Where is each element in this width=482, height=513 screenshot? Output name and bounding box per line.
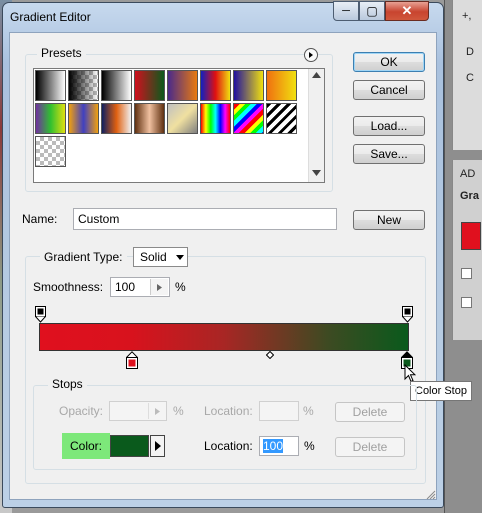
preset-swatch[interactable] xyxy=(200,103,231,134)
stops-legend: Stops xyxy=(48,377,87,391)
smoothness-label: Smoothness: xyxy=(33,280,104,294)
window-title: Gradient Editor xyxy=(10,10,91,24)
presets-scrollbar[interactable] xyxy=(308,69,324,182)
load-button[interactable]: Load... xyxy=(353,116,425,136)
resize-grip-icon[interactable] xyxy=(426,490,436,500)
color-label: Color: xyxy=(69,439,102,453)
smoothness-unit: % xyxy=(175,280,186,294)
close-button[interactable]: ✕ xyxy=(385,1,429,21)
color-location-value: 100 xyxy=(263,439,284,453)
preset-swatch[interactable] xyxy=(233,70,264,101)
color-delete-button[interactable]: Delete xyxy=(335,437,405,457)
background-text: C xyxy=(466,72,474,84)
midpoint-diamond-icon[interactable] xyxy=(266,351,274,359)
gradient-type-label: Gradient Type: xyxy=(40,250,127,264)
color-location-input[interactable]: 100 xyxy=(259,436,299,456)
opacity-location-unit: % xyxy=(303,404,314,418)
opacity-unit: % xyxy=(173,404,184,418)
smoothness-slider-button[interactable] xyxy=(150,279,168,295)
color-location-label: Location: xyxy=(204,439,253,453)
minimize-icon: ─ xyxy=(342,5,350,17)
preset-swatch[interactable] xyxy=(35,103,66,134)
color-location-unit: % xyxy=(304,439,315,453)
preset-swatch[interactable] xyxy=(134,103,165,134)
preset-swatch[interactable] xyxy=(200,70,231,101)
preset-swatch[interactable] xyxy=(35,70,66,101)
preset-swatch[interactable] xyxy=(68,103,99,134)
preset-swatch[interactable] xyxy=(101,103,132,134)
preset-swatch[interactable] xyxy=(167,103,198,134)
preset-swatch[interactable] xyxy=(266,103,297,134)
opacity-slider-button[interactable] xyxy=(148,403,165,419)
color-label-highlight: Color: xyxy=(62,433,110,459)
gradient-type-value: Solid xyxy=(140,250,167,264)
background-checkbox xyxy=(461,268,472,279)
presets-menu-button[interactable] xyxy=(304,48,318,62)
background-text: D xyxy=(466,46,474,58)
background-checkbox xyxy=(461,297,472,308)
cancel-button[interactable]: Cancel xyxy=(353,80,425,100)
opacity-location-label: Location: xyxy=(204,404,253,418)
preset-swatch[interactable] xyxy=(167,70,198,101)
opacity-stop-right[interactable] xyxy=(402,306,413,323)
ok-button[interactable]: OK xyxy=(353,52,425,72)
preset-swatch[interactable] xyxy=(35,136,66,167)
color-menu-button[interactable] xyxy=(150,435,165,457)
chevron-right-icon xyxy=(157,283,162,291)
color-stop-tooltip: Color Stop xyxy=(410,381,472,401)
play-arrow-icon xyxy=(154,441,161,451)
chevron-right-icon xyxy=(154,407,160,415)
chevron-down-icon xyxy=(176,255,184,260)
background-color-swatch xyxy=(461,222,481,250)
preset-swatch[interactable] xyxy=(68,70,99,101)
background-text: AD xyxy=(460,168,476,180)
opacity-label: Opacity: xyxy=(59,404,104,418)
minimize-button[interactable]: ─ xyxy=(333,1,359,21)
scroll-up-icon xyxy=(312,72,321,78)
name-label: Name: xyxy=(22,212,58,226)
maximize-button[interactable]: ▢ xyxy=(359,1,385,21)
gradient-preview-bar[interactable] xyxy=(39,323,409,351)
opacity-delete-button[interactable]: Delete xyxy=(335,402,405,422)
presets-legend: Presets xyxy=(37,46,86,60)
background-text: Gra xyxy=(460,190,479,202)
opacity-stop-left[interactable] xyxy=(35,306,46,323)
background-panel-middle xyxy=(452,160,482,340)
preset-swatch[interactable] xyxy=(101,70,132,101)
circle-arrow-icon xyxy=(309,52,313,58)
opacity-location-input[interactable] xyxy=(259,401,299,421)
preset-swatch[interactable] xyxy=(134,70,165,101)
scroll-down-icon xyxy=(312,170,321,176)
name-input[interactable]: Custom xyxy=(73,208,337,230)
preset-swatch[interactable] xyxy=(266,70,297,101)
maximize-icon: ▢ xyxy=(366,4,378,18)
color-swatch[interactable] xyxy=(110,435,149,457)
close-icon: ✕ xyxy=(401,3,413,18)
new-button[interactable]: New xyxy=(353,210,425,230)
save-button[interactable]: Save... xyxy=(353,144,425,164)
background-text: +, xyxy=(462,10,472,22)
gradient-type-select[interactable]: Solid xyxy=(133,247,188,267)
color-stop-left[interactable] xyxy=(126,351,138,369)
preset-swatch[interactable] xyxy=(233,103,264,134)
